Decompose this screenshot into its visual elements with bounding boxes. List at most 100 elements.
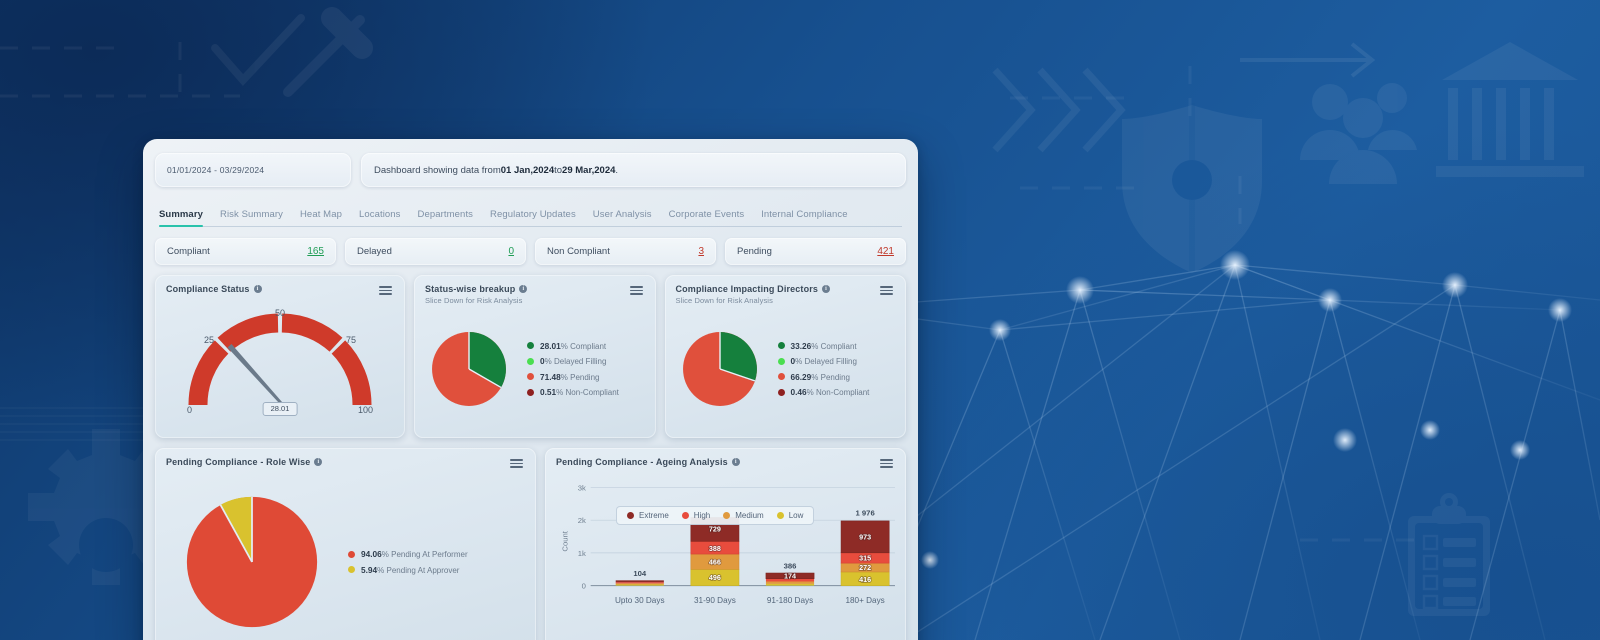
- card-compliance-status: Compliance Status i 0 25 50 75 100 28.01: [155, 275, 405, 438]
- tab-corporate-events[interactable]: Corporate Events: [669, 209, 745, 226]
- pie-legend: 33.26% Compliant 0% Delayed Filling 66.2…: [777, 341, 870, 398]
- card-pending-compliance-ageing-analysis: Pending Compliance - Ageing Analysis i 3…: [545, 448, 906, 640]
- legend-item-delayed-filling[interactable]: 0% Delayed Filling: [527, 356, 619, 366]
- card-subtitle: Slice Down for Risk Analysis: [425, 296, 523, 305]
- legend-item-pending-at-approver[interactable]: 5.94% Pending At Approver: [348, 565, 468, 575]
- bar-segment-label-extreme: 729: [709, 524, 721, 533]
- dashboard-window: 01/01/2024 - 03/29/2024 Dashboard showin…: [143, 139, 918, 640]
- legend-item-medium[interactable]: Medium: [723, 511, 764, 520]
- card-pending-compliance-role-wise: Pending Compliance - Role Wise i 94.06% …: [155, 448, 536, 640]
- legend-swatch-delayed-filling: [777, 357, 785, 365]
- tab-user-analysis[interactable]: User Analysis: [593, 209, 652, 226]
- kpi-compliant[interactable]: Compliant 165: [155, 238, 336, 265]
- card-compliance-impacting-directors: Compliance Impacting Directors i Slice D…: [664, 275, 906, 438]
- kpi-pending[interactable]: Pending 421: [725, 238, 906, 265]
- legend-item-pending[interactable]: 71.48% Pending: [527, 372, 619, 382]
- y-axis-title: Count: [561, 530, 570, 551]
- info-icon[interactable]: i: [731, 458, 740, 466]
- hamburger-menu-icon[interactable]: [508, 457, 525, 470]
- x-tick-91-180-days: 91-180 Days: [767, 596, 813, 605]
- pie-chart-status-wise[interactable]: [425, 325, 513, 413]
- bank-icon: [1436, 42, 1584, 177]
- kpi-label: Pending: [737, 246, 772, 257]
- kpi-non-compliant[interactable]: Non Compliant 3: [535, 238, 716, 265]
- bar-group-91-180-days: 386 174: [765, 561, 815, 586]
- gauge-chart: 0 25 50 75 100 28.01: [166, 298, 394, 422]
- y-tick-3k: 3k: [578, 483, 586, 492]
- people-icon: [1300, 83, 1417, 184]
- pie-legend: 94.06% Pending At Performer 5.94% Pendin…: [348, 549, 468, 575]
- legend-swatch-compliant: [777, 342, 785, 350]
- hamburger-menu-icon[interactable]: [878, 284, 895, 297]
- kpi-value[interactable]: 165: [307, 246, 324, 257]
- legend-label: Delayed Filling: [804, 357, 857, 367]
- pie-chart-body: 28.01% Compliant 0% Delayed Filling 71.4…: [425, 309, 645, 429]
- legend-value: 94.06: [361, 549, 382, 560]
- legend-value: 28.01: [540, 340, 561, 351]
- bar-total-label: 1 976: [856, 508, 875, 517]
- info-icon[interactable]: i: [253, 285, 262, 293]
- legend-swatch-extreme: [627, 511, 634, 519]
- tab-locations[interactable]: Locations: [359, 209, 401, 226]
- legend-swatch-low: [776, 511, 784, 519]
- date-range-picker[interactable]: 01/01/2024 - 03/29/2024: [155, 153, 351, 187]
- svg-text:0: 0: [187, 405, 192, 415]
- pie-chart-role-wise[interactable]: [178, 488, 326, 636]
- tab-risk-summary[interactable]: Risk Summary: [220, 209, 283, 226]
- legend-label: Extreme: [639, 510, 669, 520]
- pie-legend: 28.01% Compliant 0% Delayed Filling 71.4…: [527, 341, 619, 397]
- info-icon[interactable]: i: [822, 285, 831, 293]
- hamburger-menu-icon[interactable]: [377, 284, 394, 297]
- pie-chart-directors[interactable]: [676, 325, 764, 413]
- legend-item-extreme[interactable]: Extreme: [627, 511, 669, 520]
- legend-swatch-pending: [527, 373, 534, 381]
- kpi-value[interactable]: 421: [877, 246, 894, 257]
- legend-label: Non-Compliant: [816, 388, 870, 398]
- info-icon[interactable]: i: [314, 458, 323, 466]
- legend-item-delayed-filling[interactable]: 0% Delayed Filling: [777, 356, 870, 367]
- svg-text:25: 25: [204, 335, 214, 345]
- card-status-wise-breakup: Status-wise breakup i Slice Down for Ris…: [414, 275, 656, 438]
- kpi-value[interactable]: 3: [698, 246, 704, 257]
- tab-heat-map[interactable]: Heat Map: [300, 209, 342, 226]
- tab-bar: Summary Risk Summary Heat Map Locations …: [159, 200, 902, 227]
- card-title: Status-wise breakup i: [425, 284, 528, 294]
- tab-internal-compliance[interactable]: Internal Compliance: [761, 209, 847, 226]
- card-subtitle: Slice Down for Risk Analysis: [675, 296, 773, 305]
- legend-item-pending[interactable]: 66.29% Pending: [777, 372, 870, 382]
- kpi-value[interactable]: 0: [508, 246, 514, 257]
- legend-unit: %: [811, 341, 819, 351]
- legend-unit: %: [560, 341, 568, 351]
- tab-departments[interactable]: Departments: [418, 209, 473, 226]
- legend-item-non-compliant[interactable]: 0.46% Non-Compliant: [777, 387, 870, 398]
- banner-from-date: 01 Jan,2024: [500, 164, 555, 176]
- hamburger-menu-icon[interactable]: [628, 284, 645, 297]
- y-axis-ticks: 3k 2k 1k 0: [578, 483, 586, 590]
- legend-label: Non-Compliant: [565, 388, 619, 398]
- hamburger-menu-icon[interactable]: [878, 457, 895, 470]
- legend-unit: %: [560, 372, 568, 382]
- card-header: Compliance Impacting Directors i Slice D…: [676, 284, 896, 305]
- banner-mid: to: [554, 164, 563, 176]
- legend-item-high[interactable]: High: [681, 511, 710, 520]
- bar-segment-label-low: 496: [709, 573, 721, 582]
- legend-swatch-pending-at-approver: [348, 566, 355, 574]
- tab-regulatory-updates[interactable]: Regulatory Updates: [490, 209, 576, 226]
- legend-unit: %: [556, 388, 564, 398]
- card-header: Pending Compliance - Role Wise i: [166, 457, 525, 470]
- legend-item-pending-at-performer[interactable]: 94.06% Pending At Performer: [348, 549, 468, 559]
- clipboard-icon: [1408, 493, 1490, 616]
- bar-chart-svg[interactable]: 3k 2k 1k 0 Count 104 496 466 388 729 386…: [556, 472, 895, 636]
- card-header: Status-wise breakup i Slice Down for Ris…: [425, 284, 645, 305]
- legend-swatch-medium: [723, 511, 731, 519]
- info-icon[interactable]: i: [519, 285, 528, 293]
- banner-to-date: 29 Mar,2024: [562, 164, 616, 176]
- legend-item-compliant[interactable]: 33.26% Compliant: [777, 341, 870, 351]
- kpi-delayed[interactable]: Delayed 0: [345, 238, 526, 265]
- legend-item-compliant[interactable]: 28.01% Compliant: [527, 341, 619, 351]
- legend-item-low[interactable]: Low: [776, 511, 803, 520]
- tab-summary[interactable]: Summary: [159, 209, 203, 227]
- bar-segment-label-medium: 466: [709, 557, 721, 566]
- legend-item-non-compliant[interactable]: 0.51% Non-Compliant: [527, 387, 619, 397]
- svg-text:75: 75: [346, 335, 356, 345]
